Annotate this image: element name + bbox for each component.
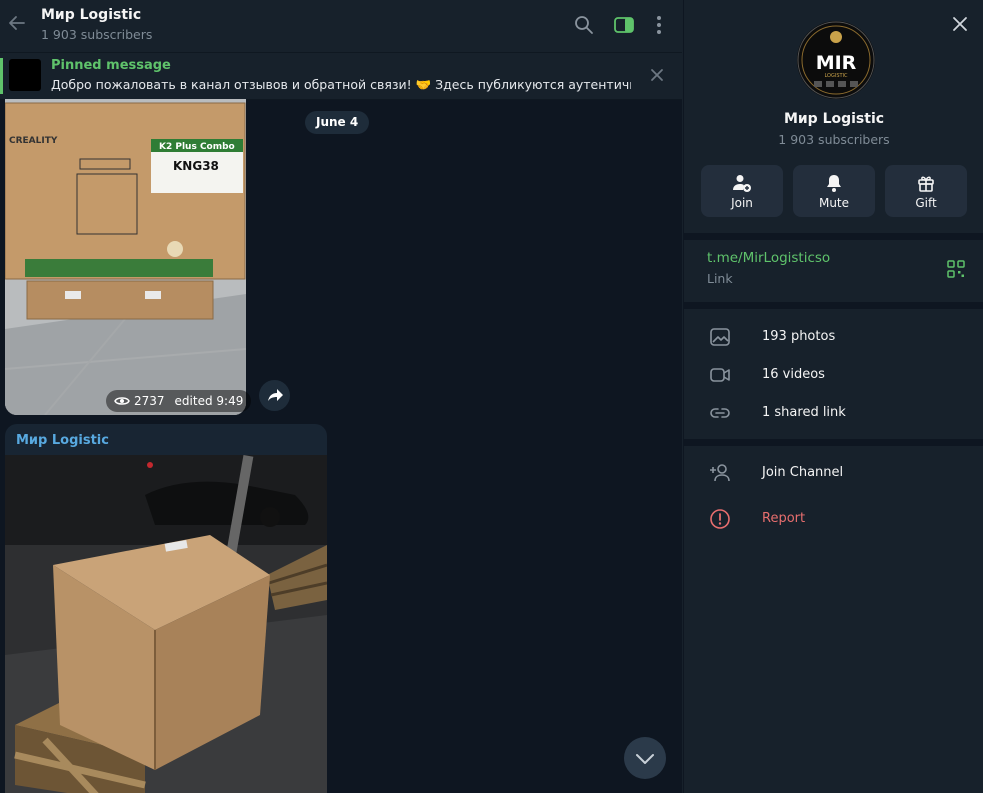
close-pinned-icon[interactable] [648,66,666,84]
add-user-icon [733,175,751,192]
join-button[interactable]: Join [701,165,783,217]
forward-button[interactable] [259,380,290,411]
channel-title: Мир Logistic [783,111,885,127]
chat-subscribers: 1 903 subscribers [41,27,153,42]
qr-code-icon[interactable] [947,260,965,278]
chat-area: Мир Logistic 1 903 subscribers Pinned me… [0,0,682,793]
photo-box-image: CREALITY K2 Plus Combo KNG38 [5,99,246,415]
join-label: Join [731,196,753,210]
channel-link-label: Link [707,271,733,286]
channel-logo: MIR LOGISTIC [797,21,875,99]
close-panel-icon[interactable] [952,16,968,32]
shared-links-count[interactable]: 1 shared link [762,405,846,420]
message-bubble[interactable]: Мир Logistic [5,424,327,793]
photos-count[interactable]: 193 photos [762,329,835,344]
sidebar-toggle-icon[interactable] [613,14,635,36]
message-meta: 2737 edited 9:49 [106,390,252,412]
box-code: KNG38 [173,159,219,173]
views-icon [114,397,130,405]
box-brand: CREALITY [9,136,58,146]
back-arrow-icon[interactable] [8,14,26,32]
gift-icon [918,176,934,192]
join-channel-icon [710,464,730,482]
photo-icon [710,328,730,346]
avatar-text: MIR [816,52,857,74]
gift-label: Gift [915,196,937,210]
gift-button[interactable]: Gift [885,165,967,217]
videos-count[interactable]: 16 videos [762,367,825,382]
pinned-text: Добро пожаловать в канал отзывов и обрат… [51,77,631,92]
pinned-title: Pinned message [51,58,171,73]
pinned-indicator [0,58,3,94]
message-author[interactable]: Мир Logistic [16,433,109,448]
section-divider [684,233,983,240]
forward-icon [268,389,283,401]
report-icon [710,509,730,529]
report-button[interactable]: Report [762,511,805,526]
channel-link[interactable]: t.me/MirLogisticso [707,250,830,266]
more-options-icon[interactable] [648,14,670,36]
avatar-subtext: LOGISTIC [824,73,848,79]
video-icon [710,368,730,382]
channel-info-panel: MIR LOGISTIC Мир Logistic 1 903 subscrib… [683,0,983,793]
chat-header: Мир Logistic 1 903 subscribers [0,0,682,53]
scroll-down-button[interactable] [624,737,666,779]
box-label: K2 Plus Combo [159,142,235,152]
date-separator: June 4 [305,111,370,134]
message-photo[interactable] [5,455,327,793]
photo-crate-image [5,455,327,793]
mute-button[interactable]: Mute [793,165,875,217]
message-photo[interactable]: CREALITY K2 Plus Combo KNG38 [5,99,246,415]
channel-avatar[interactable]: MIR LOGISTIC [797,21,875,99]
link-icon [710,408,730,418]
chevron-down-icon [636,754,654,764]
chat-title[interactable]: Мир Logistic [41,7,141,23]
mute-label: Mute [818,196,850,210]
bell-icon [827,175,841,192]
edited-time: edited 9:49 [174,394,244,408]
section-divider [684,439,983,446]
views-count: 2737 [134,394,165,408]
pinned-message-bar[interactable]: Pinned message Добро пожаловать в канал … [0,53,682,100]
pinned-thumbnail [9,59,41,91]
channel-subscribers: 1 903 subscribers [778,132,890,147]
section-divider [684,302,983,309]
search-icon[interactable] [573,14,595,36]
join-channel-button[interactable]: Join Channel [762,465,843,480]
